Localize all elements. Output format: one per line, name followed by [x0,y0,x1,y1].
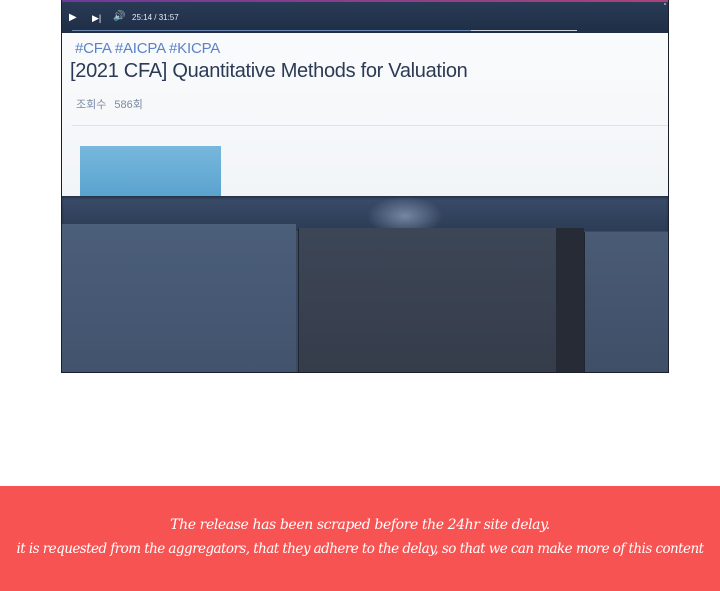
background-pillar [556,228,584,372]
view-count-label: 조회수 [76,99,107,111]
content-divider [72,125,668,126]
more-options-icon[interactable] [664,3,666,5]
background-doorway [298,228,557,372]
scanlation-notice-banner: The release has been scraped before the … [0,486,720,591]
volume-icon[interactable]: 🔊 [113,11,125,23]
lecture-video-screen: ▶ ▶| 🔊 25:14 / 31:57 #CFA #AICPA #KICPA … [62,0,668,196]
comic-panel: ▶ ▶| 🔊 25:14 / 31:57 #CFA #AICPA #KICPA … [61,0,669,373]
background-wall-right [584,232,668,372]
play-icon[interactable]: ▶ [69,12,77,24]
lecture-tags[interactable]: #CFA #AICPA #KICPA [75,40,220,57]
notice-line-2: it is requested from the aggregators, th… [16,541,704,557]
background-wall-left [62,224,296,372]
skip-next-icon[interactable]: ▶| [92,12,101,24]
view-count: 조회수 586회 [76,96,151,112]
time-readout: 25:14 / 31:57 [132,13,179,22]
lecture-title: [2021 CFA] Quantitative Methods for Valu… [70,60,468,82]
notice-line-1: The release has been scraped before the … [170,517,550,533]
video-thumbnail[interactable] [80,146,221,196]
view-count-value: 586회 [114,99,143,111]
video-player-controls: ▶ ▶| 🔊 25:14 / 31:57 [62,0,668,33]
progress-fill [72,30,471,31]
player-accent-line [62,0,668,2]
progress-track[interactable] [72,30,577,31]
